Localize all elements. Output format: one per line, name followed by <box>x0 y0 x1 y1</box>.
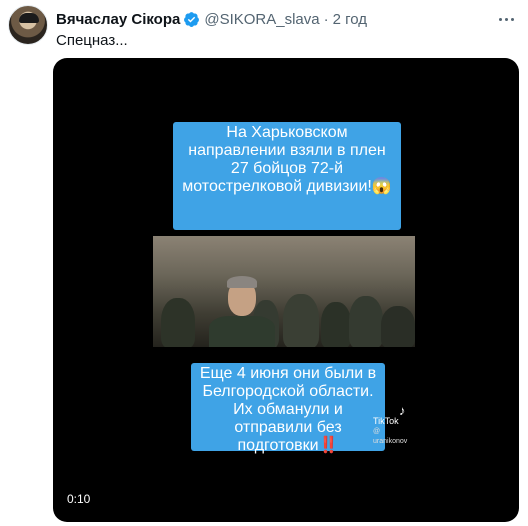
avatar[interactable] <box>8 5 48 45</box>
video-duration: 0:10 <box>67 492 91 506</box>
tweet-text: Спецназ... <box>56 32 128 49</box>
avatar-hat <box>19 13 39 23</box>
tiktok-note-icon: ♪ <box>399 403 406 418</box>
person-shirt <box>209 316 275 347</box>
video-player[interactable]: На Харьковском направлении взяли в плен … <box>53 58 519 522</box>
separator-dot: · <box>323 10 329 28</box>
person-hair <box>227 276 257 288</box>
author-handle[interactable]: @SIKORA_slava <box>204 11 319 28</box>
timestamp[interactable]: 2 год <box>333 11 367 28</box>
video-caption-bottom: Еще 4 июня они были в Белгородской облас… <box>191 363 385 454</box>
tweet[interactable]: Вячаслау Сікора @SIKORA_slava · 2 год Сп… <box>0 0 528 526</box>
video-caption-top: На Харьковском направлении взяли в плен … <box>173 122 401 230</box>
author-name[interactable]: Вячаслау Сікора <box>56 11 180 28</box>
video-frame-image <box>153 236 415 347</box>
more-options-icon[interactable] <box>494 8 518 30</box>
verified-badge-icon <box>184 11 200 27</box>
tiktok-watermark: ♪ TikTok @ uranikonov <box>373 403 413 447</box>
tiktok-username: @ uranikonov <box>373 428 408 445</box>
tweet-header: Вячаслау Сікора @SIKORA_slava · 2 год <box>56 9 367 29</box>
tiktok-logo-text: TikTok <box>373 416 399 426</box>
